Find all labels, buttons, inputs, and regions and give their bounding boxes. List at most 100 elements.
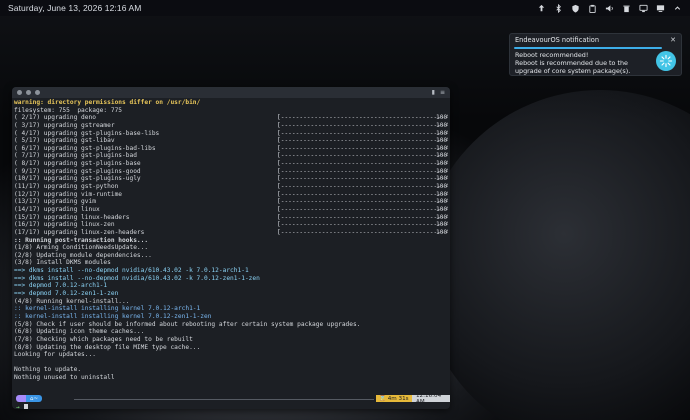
progress-bar: [---------------------------------------…: [277, 198, 448, 206]
chevron-icon[interactable]: [673, 4, 682, 13]
trash-icon[interactable]: [622, 4, 631, 13]
progress-row: ( 9/17) upgrading gst-plugins-good [-----…: [14, 168, 448, 176]
notification-timeout-bar: [514, 47, 662, 49]
progress-label: ( 3/17) upgrading gstreamer: [14, 121, 115, 129]
progress-bar: [---------------------------------------…: [277, 121, 448, 129]
progress-label: (12/17) upgrading vim-runtime: [14, 190, 123, 198]
progress-label: (17/17) upgrading linux-zen-headers: [14, 228, 145, 236]
progress-bar: [---------------------------------------…: [277, 129, 448, 137]
close-icon[interactable]: ✕: [670, 36, 676, 44]
endeavouros-logo-icon: [656, 51, 676, 71]
display-icon[interactable]: [656, 4, 665, 13]
top-panel: Saturday, June 13, 2026 12:16 AM: [0, 0, 690, 16]
terminal-line: ==> dkms install --no-depmod nvidia/610.…: [14, 267, 249, 275]
update-icon[interactable]: [537, 4, 546, 13]
terminal-line: (8/8) Updating the desktop file MIME typ…: [14, 343, 201, 351]
progress-row: (11/17) upgrading gst-python [-----------…: [14, 183, 448, 191]
progress-row: (13/17) upgrading gvim [-----------------…: [14, 198, 448, 206]
terminal-line: (3/8) Install DKMS modules: [14, 259, 111, 267]
progress-row: ( 6/17) upgrading gst-plugins-bad-libs [-…: [14, 145, 448, 153]
home-segment: ⌂ ~: [26, 395, 43, 402]
close-window-button[interactable]: [17, 90, 22, 95]
notification-title: EndeavourOS notification: [515, 36, 600, 44]
terminal-window[interactable]: ▮ ≡ warning: directory permissions diffe…: [12, 87, 450, 409]
progress-label: ( 2/17) upgrading deno: [14, 114, 96, 122]
progress-row: ( 4/17) upgrading gst-plugins-base-libs […: [14, 130, 448, 138]
progress-bar: [---------------------------------------…: [277, 221, 448, 229]
progress-row: ( 3/17) upgrading gstreamer [------------…: [14, 122, 448, 130]
terminal-line: Nothing to update.: [14, 366, 82, 374]
terminal-line: Nothing unused to uninstall: [14, 374, 115, 382]
terminal-line: ==> dkms install --no-depmod nvidia/610.…: [14, 274, 260, 282]
progress-row: (14/17) upgrading linux [----------------…: [14, 206, 448, 214]
progress-row: (16/17) upgrading linux-zen [------------…: [14, 221, 448, 229]
progress-label: ( 6/17) upgrading gst-plugins-bad-libs: [14, 144, 156, 152]
notification-header: EndeavourOS notification ✕: [510, 34, 681, 46]
terminal-line: ==> depmod 7.0.12-zen1-1-zen: [14, 290, 119, 298]
progress-bar: [---------------------------------------…: [277, 160, 448, 168]
progress-bar: [---------------------------------------…: [277, 183, 448, 191]
menu-icon[interactable]: ≡: [440, 89, 445, 96]
terminal-line: (1/8) Arming ConditionNeedsUpdate...: [14, 244, 149, 252]
prompt-arrow: →: [16, 404, 20, 409]
terminal-line: ==> depmod 7.0.12-arch1-1: [14, 282, 108, 290]
minimize-window-button[interactable]: [26, 90, 31, 95]
pin-icon[interactable]: ▮: [432, 89, 435, 96]
terminal-line: (7/8) Checking which packages need to be…: [14, 335, 193, 343]
terminal-titlebar[interactable]: ▮ ≡: [12, 87, 450, 98]
shield-icon[interactable]: [571, 4, 580, 13]
progress-row: ( 5/17) upgrading gst-libav [------------…: [14, 137, 448, 145]
progress-percent: 100%: [436, 167, 448, 175]
terminal-line: (6/8) Updating icon theme caches...: [14, 328, 145, 336]
progress-percent: 100%: [436, 175, 448, 183]
progress-percent: 100%: [436, 198, 448, 206]
progress-bar: [---------------------------------------…: [277, 228, 448, 236]
progress-percent: 100%: [436, 190, 448, 198]
progress-percent: 100%: [436, 183, 448, 191]
progress-bar: [---------------------------------------…: [277, 152, 448, 160]
terminal-line: :: Running post-transaction hooks...: [14, 236, 149, 244]
progress-bar: [---------------------------------------…: [277, 114, 448, 122]
progress-label: (15/17) upgrading linux-headers: [14, 213, 130, 221]
notification-popup[interactable]: EndeavourOS notification ✕ Reboot recomm…: [509, 33, 682, 76]
progress-row: (12/17) upgrading vim-runtime [----------…: [14, 191, 448, 199]
panel-clock[interactable]: Saturday, June 13, 2026 12:16 AM: [8, 3, 141, 13]
notification-message: Reboot is recommended due to the upgrade…: [515, 59, 631, 75]
terminal-line: (4/8) Running kernel-install...: [14, 297, 130, 305]
bluetooth-icon[interactable]: [554, 3, 563, 13]
terminal-output[interactable]: warning: directory permissions differ on…: [14, 99, 448, 389]
progress-label: (11/17) upgrading gst-python: [14, 183, 119, 191]
progress-percent: 100%: [436, 228, 448, 236]
progress-percent: 100%: [436, 114, 448, 122]
progress-bar: [---------------------------------------…: [277, 175, 448, 183]
progress-row: ( 8/17) upgrading gst-plugins-base [-----…: [14, 160, 448, 168]
volume-icon[interactable]: [605, 4, 614, 13]
progress-label: ( 4/17) upgrading gst-plugins-base-libs: [14, 129, 160, 137]
progress-row: ( 7/17) upgrading gst-plugins-bad [------…: [14, 152, 448, 160]
progress-bar: [---------------------------------------…: [277, 190, 448, 198]
progress-percent: 100%: [436, 160, 448, 168]
progress-label: ( 9/17) upgrading gst-plugins-good: [14, 167, 141, 175]
terminal-line: warning: directory permissions differ on…: [14, 99, 201, 106]
progress-percent: 100%: [436, 205, 448, 213]
window-controls: [17, 90, 40, 95]
shell-prompt: ⌂ ~ ⌛ 4m 31s 12:16:04 AM: [12, 393, 450, 405]
progress-bar: [---------------------------------------…: [277, 167, 448, 175]
progress-percent: 100%: [436, 152, 448, 160]
progress-label: ( 7/17) upgrading gst-plugins-bad: [14, 152, 137, 160]
progress-label: (14/17) upgrading linux: [14, 205, 100, 213]
command-duration: ⌛ 4m 31s: [376, 395, 412, 402]
progress-bar: [---------------------------------------…: [277, 205, 448, 213]
progress-percent: 100%: [436, 221, 448, 229]
clipboard-icon[interactable]: [588, 4, 597, 13]
progress-label: (16/17) upgrading linux-zen: [14, 221, 115, 229]
maximize-window-button[interactable]: [35, 90, 40, 95]
progress-row: (10/17) upgrading gst-plugins-ugly [-----…: [14, 175, 448, 183]
titlebar-actions: ▮ ≡: [432, 89, 445, 96]
progress-label: ( 5/17) upgrading gst-libav: [14, 137, 115, 145]
progress-row: (17/17) upgrading linux-zen-headers [----…: [14, 229, 448, 237]
notification-body: Reboot recommended! Reboot is recommende…: [515, 51, 647, 75]
terminal-line: :: kernel-install installing kernel 7.0.…: [14, 305, 201, 313]
network-icon[interactable]: [639, 4, 648, 13]
